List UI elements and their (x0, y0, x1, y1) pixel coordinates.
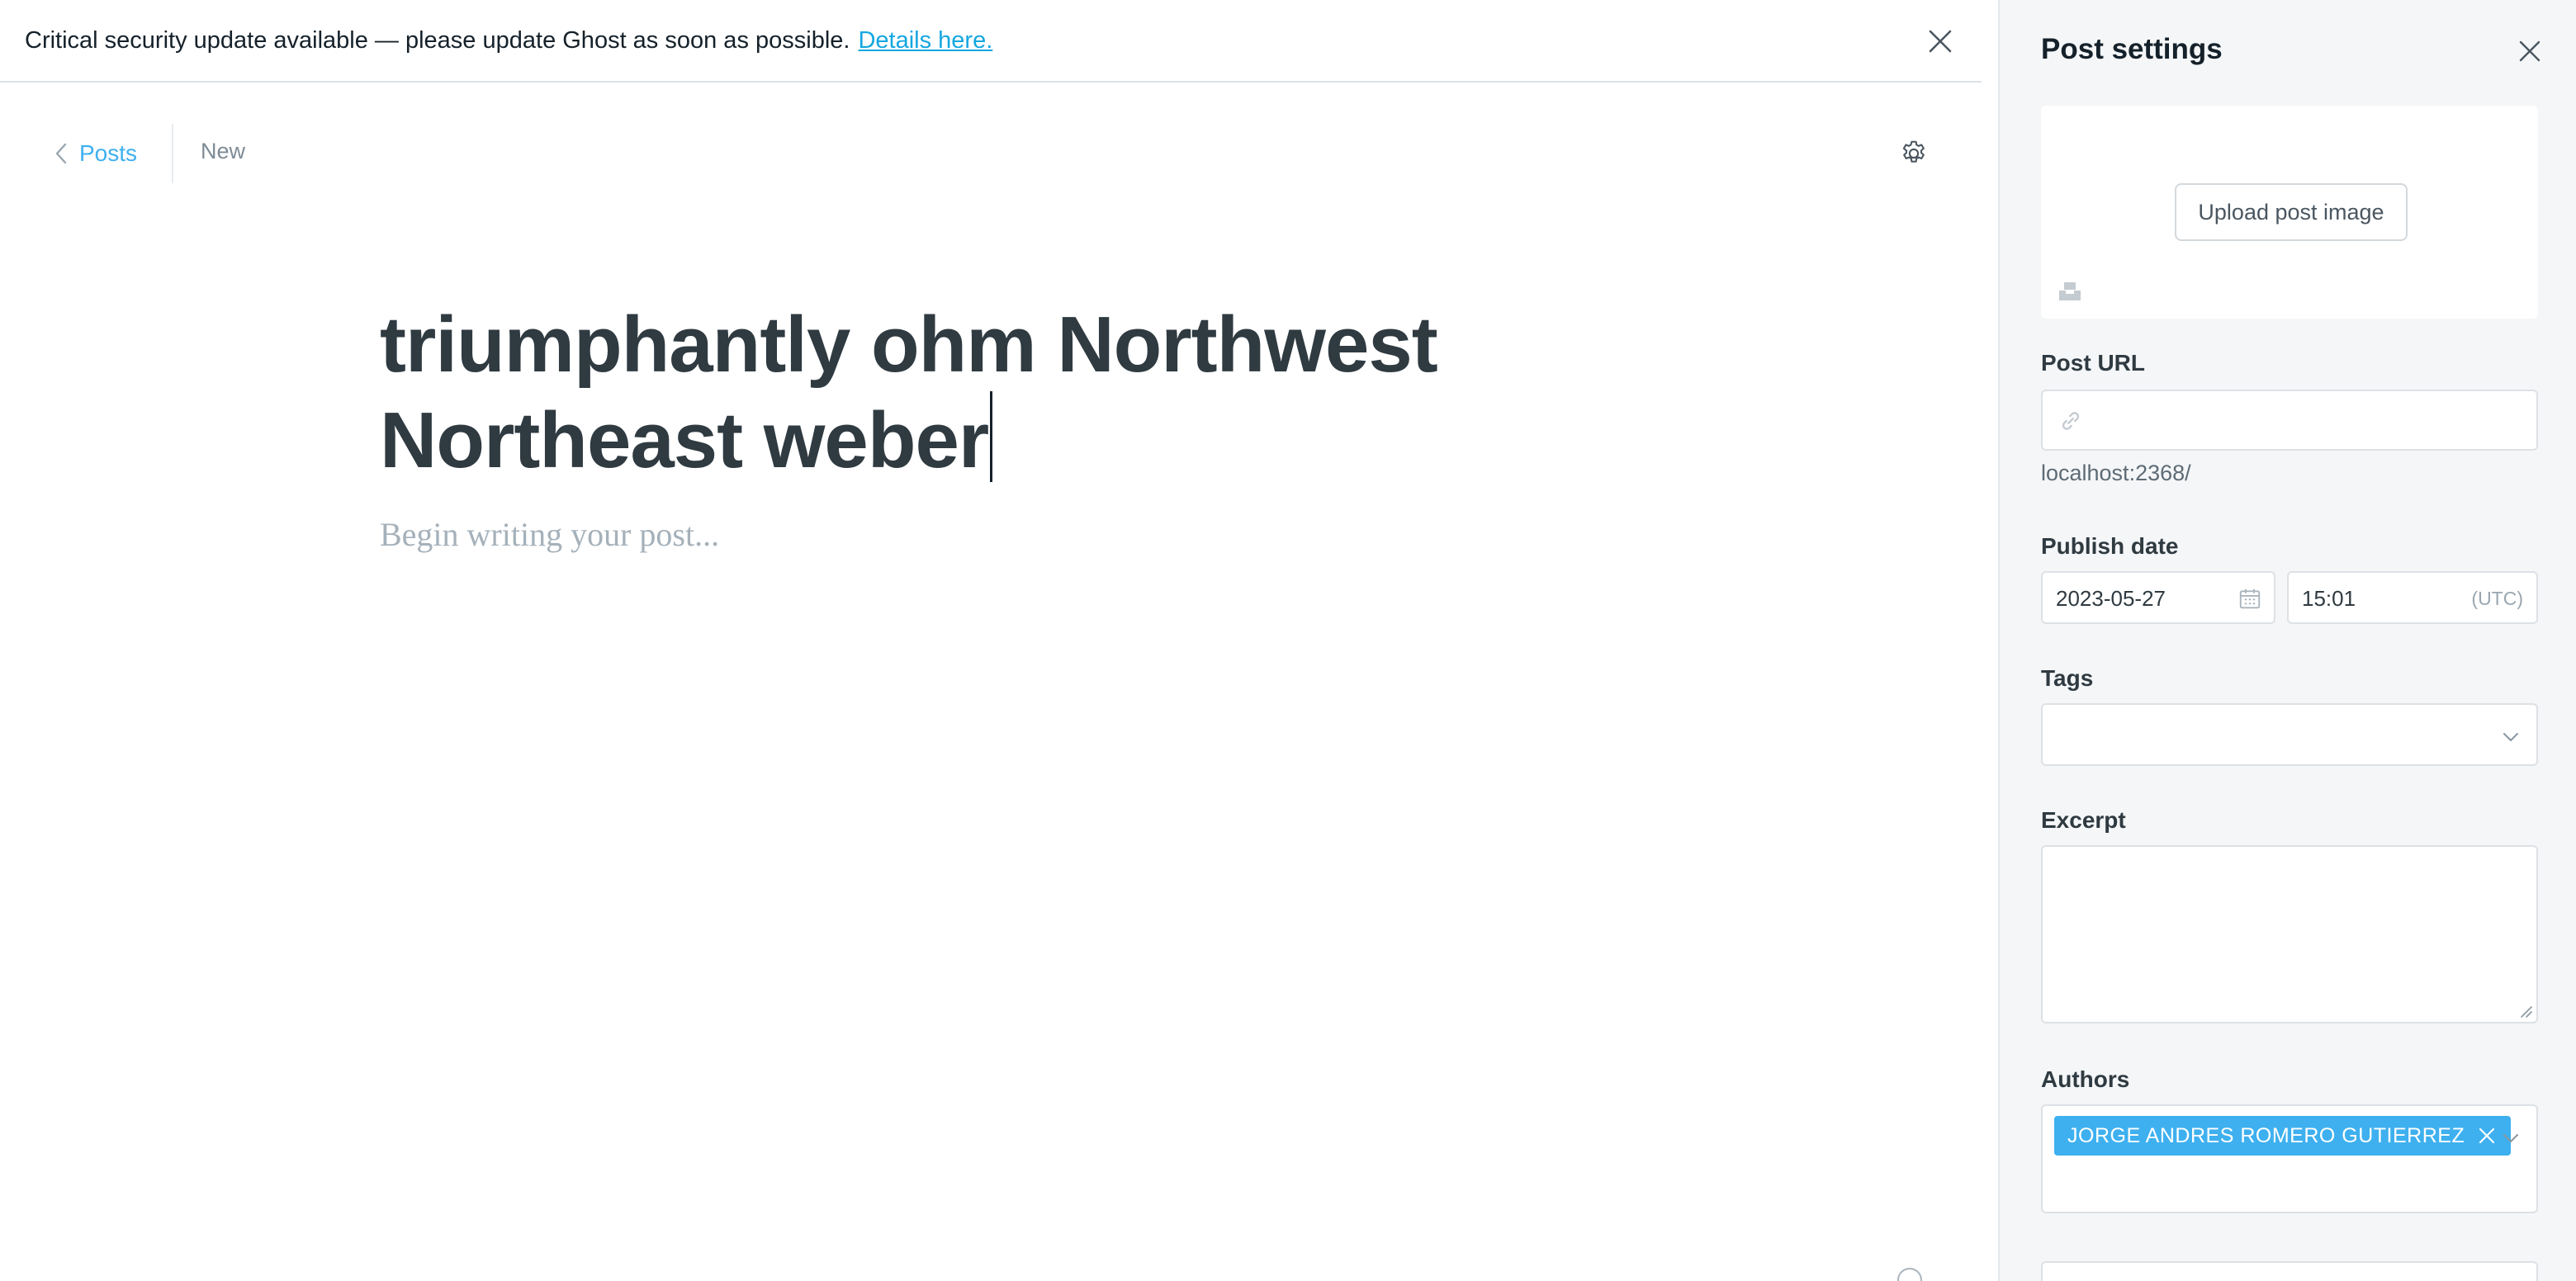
excerpt-label: Excerpt (2041, 807, 2126, 833)
close-icon (1929, 30, 1952, 53)
post-settings-panel: Post settings Upload post image Post URL (1998, 0, 2576, 1281)
upload-post-image-button[interactable]: Upload post image (2175, 183, 2408, 241)
help-button[interactable] (1897, 1268, 1922, 1281)
tags-select[interactable] (2041, 703, 2538, 766)
unsplash-icon[interactable] (2057, 279, 2082, 304)
post-url-input[interactable] (2092, 399, 2522, 441)
settings-close-button[interactable] (2512, 33, 2548, 69)
close-icon (2519, 40, 2540, 62)
timezone-label: (UTC) (2471, 588, 2523, 609)
publish-time-input[interactable]: 15:01 (UTC) (2287, 571, 2538, 624)
ghost-editor: Critical security update available — ple… (0, 0, 2576, 1281)
author-chip: JORGE ANDRES ROMERO GUTIERREZ (2054, 1116, 2512, 1156)
chevron-down-icon (2503, 1134, 2518, 1142)
publish-date-value: 2023-05-27 (2056, 586, 2166, 611)
tags-label: Tags (2041, 665, 2094, 691)
editor-topnav: Posts New (0, 124, 1982, 183)
authors-label: Authors (2041, 1066, 2130, 1092)
close-icon (2479, 1127, 2495, 1144)
editor-pane: Critical security update available — ple… (0, 0, 1998, 1281)
back-to-posts-link[interactable]: Posts (54, 137, 137, 170)
security-banner: Critical security update available — ple… (0, 0, 1982, 83)
banner-close-button[interactable] (1922, 23, 1958, 59)
post-url-label: Post URL (2041, 350, 2145, 376)
banner-message: Critical security update available — ple… (25, 26, 850, 54)
back-link-label: Posts (79, 140, 138, 166)
chevron-down-icon (2503, 733, 2518, 741)
calendar-icon[interactable] (2237, 586, 2262, 611)
author-chip-label: JORGE ANDRES ROMERO GUTIERREZ (2067, 1123, 2465, 1147)
excerpt-textarea[interactable] (2041, 845, 2538, 1023)
post-body-editor[interactable]: Begin writing your post... (380, 515, 1453, 554)
settings-heading: Post settings (2041, 33, 2223, 65)
post-title-input[interactable]: triumphantly ohm Northwest Northeast web… (380, 299, 1453, 487)
post-title-text: triumphantly ohm Northwest Northeast web… (380, 300, 1438, 485)
post-status: New (201, 139, 246, 163)
post-url-field[interactable] (2041, 390, 2538, 451)
resize-grip-icon[interactable] (2517, 1002, 2533, 1019)
settings-toggle-button[interactable] (1896, 135, 1932, 172)
feature-image-dropzone[interactable]: Upload post image (2041, 106, 2538, 319)
publish-time-value: 15:01 (2302, 586, 2356, 611)
authors-select[interactable]: JORGE ANDRES ROMERO GUTIERREZ (2041, 1104, 2538, 1213)
text-caret (990, 391, 993, 482)
author-remove-button[interactable] (2476, 1125, 2498, 1146)
banner-details-link[interactable]: Details here. (858, 27, 992, 54)
chevron-left-icon (55, 143, 67, 164)
publish-date-input[interactable]: 2023-05-27 (2041, 571, 2275, 624)
publish-date-label: Publish date (2041, 533, 2179, 559)
link-icon (2062, 412, 2080, 430)
next-settings-field[interactable] (2041, 1261, 2538, 1281)
nav-divider (172, 124, 173, 183)
post-url-preview: localhost:2368/ (2041, 461, 2191, 485)
gear-icon (1902, 140, 1925, 163)
